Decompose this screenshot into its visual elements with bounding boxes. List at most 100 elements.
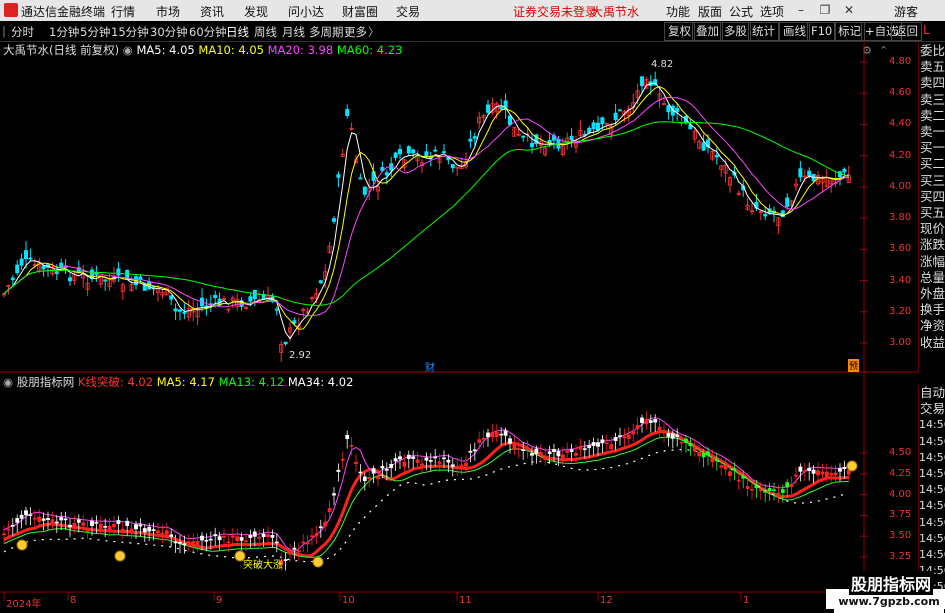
side-field-label[interactable]: 买五 (919, 205, 945, 221)
period-30min[interactable]: 30分钟 (150, 24, 188, 40)
candle-body (292, 320, 297, 324)
side-field-label[interactable]: 买三 (919, 173, 945, 189)
l-icon[interactable]: L (923, 23, 930, 37)
minimize-icon[interactable]: – (793, 2, 809, 18)
side-field-label[interactable]: 总量 (919, 270, 945, 286)
side-bottom-label[interactable]: 交易 (919, 401, 945, 417)
app-logo-icon (4, 3, 18, 17)
side-field-label[interactable]: 买二 (919, 156, 945, 172)
candle-body (600, 117, 605, 125)
side-field-label[interactable]: 买一 (919, 140, 945, 156)
f10-button[interactable]: F10 (807, 22, 837, 41)
period-more[interactable]: 更多 (344, 24, 367, 40)
side-bottom-label[interactable]: 自动 (919, 385, 945, 401)
menu-market[interactable]: 市场 (156, 3, 180, 20)
ind-candle-body (508, 438, 512, 444)
adjust-button[interactable]: 复权 (664, 22, 695, 41)
ind-candle-body (552, 449, 556, 453)
chevron-right-icon[interactable]: 〉 (368, 24, 380, 40)
ind-candle-body (464, 462, 468, 467)
ind-candle-body (530, 453, 534, 456)
candle-body (472, 136, 477, 139)
chart-area[interactable] (0, 41, 918, 609)
user-label[interactable]: 游客 (894, 3, 918, 20)
period-intraday[interactable]: 分时 (11, 24, 34, 40)
ind-candle-body (142, 528, 147, 533)
candle-body (411, 149, 416, 154)
period-60min[interactable]: 60分钟 (189, 24, 227, 40)
period-daily[interactable]: 日线 (226, 24, 249, 40)
side-field-label[interactable]: 换手 (919, 302, 945, 318)
finance-event-label[interactable]: 财 (425, 359, 435, 374)
candle-body (336, 174, 341, 178)
menu-discover[interactable]: 发现 (244, 3, 268, 20)
ind-candle-body (776, 492, 781, 498)
ind-candle-body (248, 534, 253, 538)
menu-function[interactable]: 功能 (666, 3, 690, 20)
period-weekly[interactable]: 周线 (254, 24, 277, 40)
menu-quotes[interactable]: 行情 (111, 3, 135, 20)
side-field-label[interactable]: 卖一 (919, 124, 945, 140)
candle-body (397, 149, 402, 155)
ind-candle-body (398, 456, 402, 460)
ind-candle-body (670, 433, 675, 439)
ind-candle-body (138, 524, 143, 527)
side-field-label[interactable]: 现价 (919, 221, 945, 237)
stats-button[interactable]: 统计 (748, 22, 779, 41)
toolbar-handle-icon: | (2, 24, 6, 38)
period-monthly[interactable]: 月线 (282, 24, 305, 40)
side-field-label[interactable]: 净资 (919, 318, 945, 334)
ind-candle-body (85, 527, 90, 532)
candle-body (384, 172, 389, 176)
ind-candle-body (134, 524, 138, 530)
ind-candle-body (675, 434, 680, 437)
ind-candle-body (367, 476, 372, 480)
side-field-label[interactable]: 委比 (919, 43, 945, 59)
draw-line-button[interactable]: 画线 (779, 22, 810, 41)
login-warning[interactable]: 证券交易未登录 (513, 3, 597, 20)
restore-icon[interactable]: ❐ (817, 2, 833, 18)
ind-candle-body (657, 426, 662, 431)
side-field-label[interactable]: 卖五 (919, 59, 945, 75)
side-field-label[interactable]: 涨幅 (919, 254, 945, 270)
period-1min[interactable]: 1分钟 (49, 24, 79, 40)
side-field-label[interactable]: 买四 (919, 189, 945, 205)
ind-candle-body (81, 522, 86, 526)
ind-candle-body (310, 535, 314, 538)
period-multi[interactable]: 多周期 (309, 24, 344, 40)
multi-stock-button[interactable]: 多股 (720, 22, 751, 41)
side-field-label[interactable]: 卖三 (919, 92, 945, 108)
menu-options[interactable]: 选项 (760, 3, 784, 20)
side-field-label[interactable]: 涨跌 (919, 237, 945, 253)
period-5min[interactable]: 5分钟 (80, 24, 110, 40)
candle-body (41, 265, 46, 270)
candle-body (10, 277, 15, 281)
ind-candle-body (393, 458, 398, 462)
side-field-label[interactable]: 收益 (919, 335, 945, 351)
menu-trade[interactable]: 交易 (396, 3, 420, 20)
ind-candle-body (437, 461, 442, 464)
ind-candle-body (662, 431, 666, 434)
menu-layout[interactable]: 版面 (698, 3, 722, 20)
side-field-label[interactable]: 卖四 (919, 75, 945, 91)
ind-candle-body (384, 468, 389, 471)
watermark-cn: 股朋指标网 (849, 571, 934, 595)
menu-ask[interactable]: 问小达 (288, 3, 324, 20)
candle-body (666, 105, 671, 113)
menu-news[interactable]: 资讯 (200, 3, 224, 20)
side-field-label[interactable]: 卖二 (919, 108, 945, 124)
overlay-button[interactable]: 叠加 (692, 22, 723, 41)
ind-candle-body (318, 526, 323, 529)
close-icon[interactable]: ✕ (841, 2, 857, 18)
candle-body (116, 268, 121, 276)
menu-formula[interactable]: 公式 (729, 3, 753, 20)
back-button[interactable]: 返回 (891, 22, 922, 41)
period-15min[interactable]: 15分钟 (111, 24, 149, 40)
side-field-label[interactable]: 外盘 (919, 286, 945, 302)
forecast-event-label[interactable]: 预 (848, 359, 860, 372)
ind-candle-body (151, 529, 156, 531)
ind-candle-body (468, 450, 473, 453)
menu-wealth[interactable]: 财富圈 (342, 3, 378, 20)
candle-body (485, 104, 490, 113)
ind-candle-body (600, 439, 605, 444)
